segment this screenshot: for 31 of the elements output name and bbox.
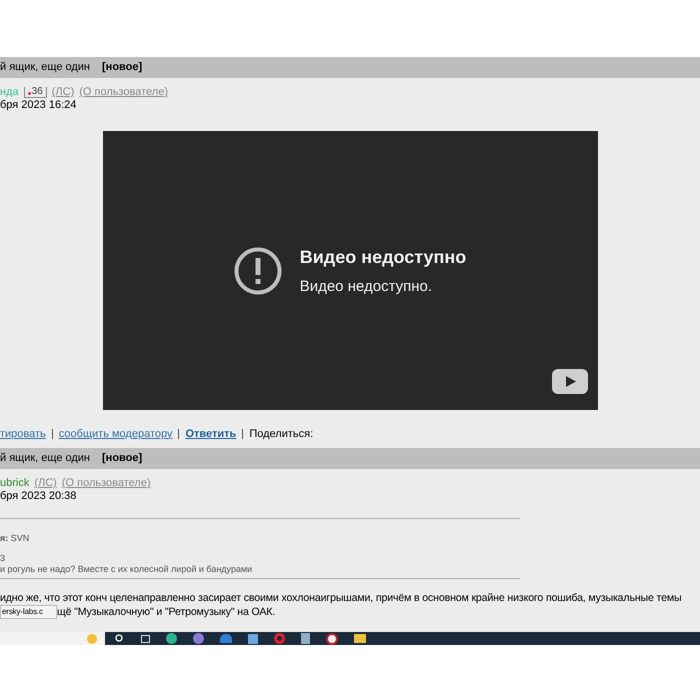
quote-source: я: SVN <box>0 533 30 544</box>
pm-link[interactable]: (ЛС) <box>34 477 57 490</box>
video-message: Видео недоступно. <box>300 278 434 296</box>
action-link[interactable]: сообщить модератору <box>58 426 172 442</box>
url-tooltip: ersky-labs.c <box>0 605 57 619</box>
search-icon[interactable] <box>115 634 125 644</box>
action-link[interactable]: Ответить <box>185 426 236 442</box>
post-text: щё "Музыкалочную" и "Ретромузыку" на ОАК. <box>57 605 276 619</box>
app-icon[interactable] <box>193 633 204 644</box>
post-text: идно же, что этот конч целенаправленно засирает своими хохлонаигрышами, причём в основном крайне низкого пошиба, музыкальные темы <box>0 591 682 605</box>
profile-link[interactable]: (О пользователе) <box>62 477 151 490</box>
pm-link[interactable]: (ЛС) <box>52 86 74 99</box>
post-date: бря 2023 16:24 <box>0 99 78 112</box>
mail-icon[interactable] <box>220 634 232 643</box>
rating-badge: 36 <box>24 87 47 98</box>
share-label: Поделиться: <box>249 426 314 442</box>
thread-title: й ящик, еще один <box>0 451 90 466</box>
author-link[interactable]: нда <box>0 86 19 99</box>
quote-date: 3 <box>0 553 6 564</box>
new-label: [новое] <box>102 451 142 466</box>
quote-text: и рогуль не надо? Вместе с их колесной лирой и бандурами <box>0 564 254 575</box>
play-logo-icon[interactable] <box>552 369 588 394</box>
new-label: [новое] <box>102 60 142 76</box>
task-view-icon[interactable] <box>141 634 150 642</box>
post-date: бря 2023 20:38 <box>0 490 78 503</box>
profile-link[interactable]: (О пользователе) <box>79 86 168 99</box>
author-link[interactable]: ubrick <box>0 477 30 490</box>
thread-title: й ящик, еще один <box>0 60 90 76</box>
action-link[interactable]: тировать <box>0 426 46 442</box>
warning-icon <box>234 246 282 294</box>
video-heading: Видео недоступно <box>300 246 466 268</box>
